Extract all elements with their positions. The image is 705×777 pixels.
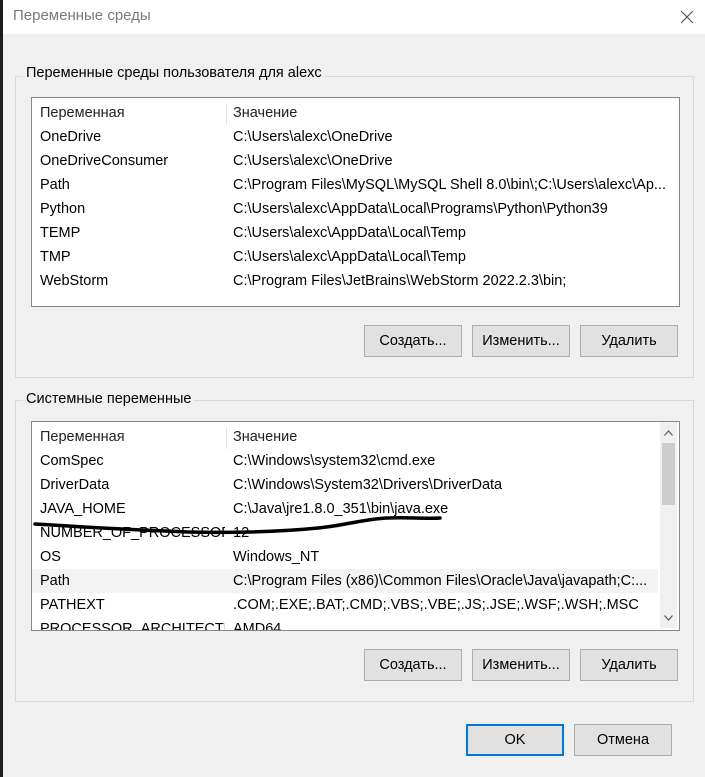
user-edit-button[interactable]: Изменить... [472, 325, 570, 357]
variable-value: AMD64 [233, 621, 282, 631]
table-row[interactable]: TEMP C:\Users\alexc\AppData\Local\Temp [32, 221, 679, 245]
system-variables-label: Системные переменные [23, 391, 195, 407]
variable-name: Path [40, 573, 70, 589]
scroll-thumb[interactable] [662, 443, 675, 505]
variable-name: PATHEXT [40, 597, 105, 613]
variable-name: TEMP [40, 225, 81, 241]
variable-name: DriverData [40, 477, 110, 493]
column-header-variable[interactable]: Переменная [40, 425, 225, 449]
column-header-variable[interactable]: Переменная [40, 101, 225, 125]
table-row[interactable]: JAVA_HOME C:\Java\jre1.8.0_351\bin\java.… [32, 497, 679, 521]
variable-name: PROCESSOR_ARCHITECTU... [40, 621, 225, 631]
variable-name: Python [40, 201, 86, 217]
environment-variables-dialog: Переменные среды Переменные среды пользо… [3, 0, 705, 777]
user-delete-button[interactable]: Удалить [580, 325, 678, 357]
table-row[interactable]: OS Windows_NT [32, 545, 679, 569]
ok-button[interactable]: OK [466, 724, 564, 756]
scroll-down-icon[interactable] [660, 609, 677, 626]
variable-value: C:\Users\alexc\OneDrive [233, 153, 393, 169]
close-icon[interactable] [668, 0, 705, 34]
variable-value: C:\Java\jre1.8.0_351\bin\java.exe [233, 501, 449, 517]
variable-value: C:\Users\alexc\AppData\Local\Temp [233, 225, 466, 241]
variable-name: TMP [40, 249, 71, 265]
variable-value: C:\Program Files\JetBrains\WebStorm 2022… [233, 273, 567, 289]
variable-value: 12 [233, 525, 250, 541]
table-row[interactable]: OneDriveConsumer C:\Users\alexc\OneDrive [32, 149, 679, 173]
system-variables-list[interactable]: Переменная Значение ComSpec C:\Windows\s… [31, 421, 680, 631]
system-delete-button[interactable]: Удалить [580, 649, 678, 681]
variable-value: C:\Users\alexc\OneDrive [233, 129, 393, 145]
table-row[interactable]: WebStorm C:\Program Files\JetBrains\WebS… [32, 269, 679, 293]
user-variables-list[interactable]: Переменная Значение OneDrive C:\Users\al… [31, 97, 680, 307]
title-bar: Переменные среды [3, 0, 705, 34]
table-row[interactable]: DriverData C:\Windows\System32\Drivers\D… [32, 473, 679, 497]
table-row[interactable]: TMP C:\Users\alexc\AppData\Local\Temp [32, 245, 679, 269]
system-new-button[interactable]: Создать... [364, 649, 462, 681]
cancel-button[interactable]: Отмена [574, 724, 672, 756]
table-row[interactable]: Path C:\Program Files (x86)\Common Files… [32, 569, 658, 593]
table-row[interactable]: OneDrive C:\Users\alexc\OneDrive [32, 125, 679, 149]
variable-name: OS [40, 549, 61, 565]
user-variables-label: Переменные среды пользователя для alexc [23, 65, 325, 81]
vertical-scrollbar[interactable] [660, 422, 677, 628]
variable-name: Path [40, 177, 70, 193]
column-header-value[interactable]: Значение [233, 425, 658, 449]
variable-value: C:\Program Files (x86)\Common Files\Orac… [233, 573, 648, 589]
table-row[interactable]: Path C:\Program Files\MySQL\MySQL Shell … [32, 173, 679, 197]
variable-value: C:\Windows\system32\cmd.exe [233, 453, 436, 469]
table-row[interactable]: PATHEXT .COM;.EXE;.BAT;.CMD;.VBS;.VBE;.J… [32, 593, 679, 617]
variable-value: Windows_NT [233, 549, 320, 565]
scroll-up-icon[interactable] [660, 424, 677, 441]
list-header: Переменная Значение [32, 425, 679, 449]
variable-value: C:\Users\alexc\AppData\Local\Temp [233, 249, 466, 265]
table-row[interactable]: PROCESSOR_ARCHITECTU... AMD64 [32, 617, 679, 631]
variable-value: C:\Users\alexc\AppData\Local\Programs\Py… [233, 201, 608, 217]
variable-name: OneDriveConsumer [40, 153, 169, 169]
variable-value: .COM;.EXE;.BAT;.CMD;.VBS;.VBE;.JS;.JSE;.… [233, 597, 639, 613]
variable-name: ComSpec [40, 453, 104, 469]
variable-name: JAVA_HOME [40, 501, 126, 517]
column-header-value[interactable]: Значение [233, 101, 673, 125]
variable-value: C:\Program Files\MySQL\MySQL Shell 8.0\b… [233, 177, 666, 193]
window-title: Переменные среды [13, 7, 151, 24]
system-edit-button[interactable]: Изменить... [472, 649, 570, 681]
variable-name: OneDrive [40, 129, 102, 145]
table-row[interactable]: ComSpec C:\Windows\system32\cmd.exe [32, 449, 679, 473]
variable-value: C:\Windows\System32\Drivers\DriverData [233, 477, 503, 493]
list-header: Переменная Значение [32, 101, 679, 125]
variable-name: WebStorm [40, 273, 109, 289]
table-row[interactable]: Python C:\Users\alexc\AppData\Local\Prog… [32, 197, 679, 221]
user-new-button[interactable]: Создать... [364, 325, 462, 357]
table-row[interactable]: NUMBER_OF_PROCESSORS 12 [32, 521, 679, 545]
variable-name: NUMBER_OF_PROCESSORS [40, 525, 225, 541]
